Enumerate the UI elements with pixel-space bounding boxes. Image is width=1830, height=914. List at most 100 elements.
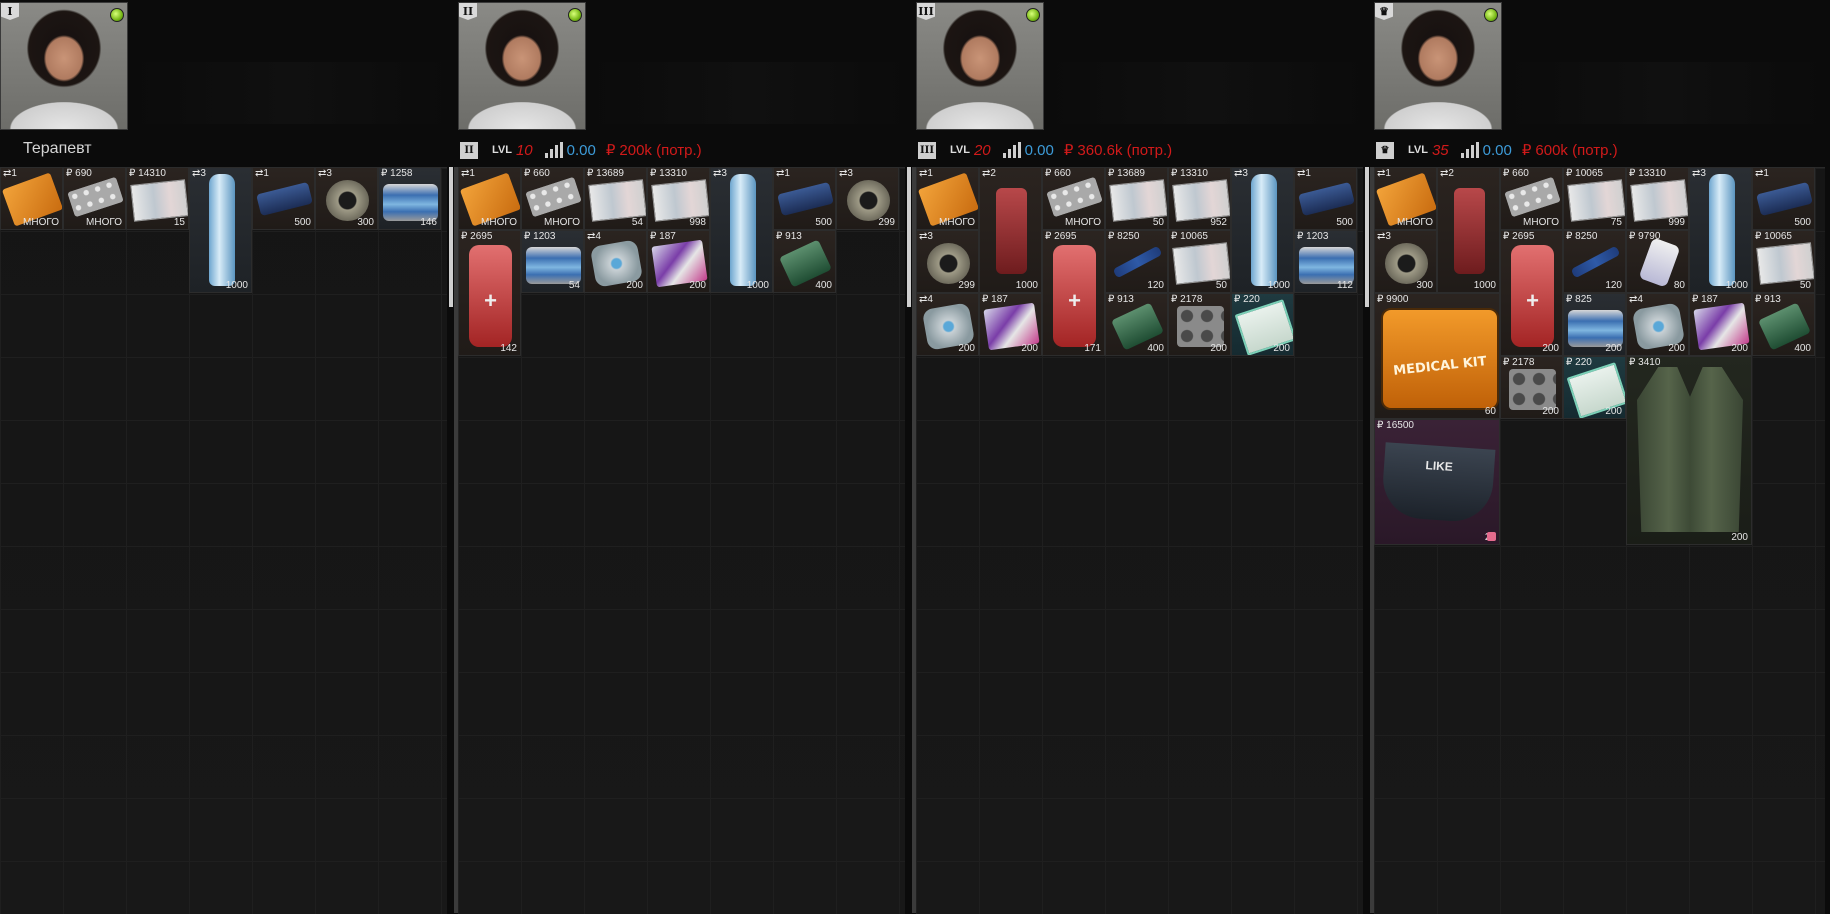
trade-item-slot[interactable]: MEDICAL KIT ₽ 9900 60 [1374,293,1500,419]
item-stock-count: 200 [1668,343,1685,354]
item-price: ⇄3 [713,168,727,179]
required-spend: 600k (потр.) [1535,141,1618,159]
trade-item-slot[interactable]: ⇄3 299 [916,230,979,293]
trade-item-slot[interactable]: ⇄3 1000 [1231,167,1294,293]
trader-portrait[interactable] [0,2,128,130]
trade-item-slot[interactable]: ⇄1 МНОГО [458,167,521,230]
trade-item-slot[interactable]: ⇄1 500 [1752,167,1815,230]
item-price: ₽ 690 [66,168,92,179]
item-price: ⇄3 [919,231,933,242]
item-price: ⇄3 [1377,231,1391,242]
red-kit-icon [996,188,1027,274]
item-price: ₽ 825 [1566,294,1592,305]
trade-item-slot[interactable]: ⇄1 МНОГО [916,167,979,230]
trade-item-slot[interactable]: ₽ 913 400 [1105,293,1168,356]
scrollbar[interactable] [907,167,911,307]
trade-item-slot[interactable]: ₽ 10065 50 [1168,230,1231,293]
trade-item-slot[interactable]: ₽ 13310 952 [1168,167,1231,230]
trade-item-slot[interactable]: ₽ 1203 54 [521,230,584,293]
online-status-icon [110,8,124,22]
trade-item-slot[interactable]: ₽ 220 200 [1563,356,1626,419]
trade-item-slot[interactable]: ₽ 690 МНОГО [63,167,126,230]
trade-item-slot[interactable]: ⇄2 1000 [979,167,1042,293]
trade-item-slot[interactable]: ⇄1 500 [252,167,315,230]
trader-portrait[interactable] [916,2,1044,130]
trade-item-slot[interactable]: ₽ 3410 200 [1626,356,1752,545]
trade-item-slot[interactable]: ₽ 13689 54 [584,167,647,230]
trade-item-slot[interactable]: ₽ 2178 200 [1500,356,1563,419]
trade-item-slot[interactable]: ₽ 1203 112 [1294,230,1357,293]
trade-item-slot[interactable]: ⇄3 1000 [1689,167,1752,293]
item-stock-count: 1000 [1015,280,1038,291]
trade-item-slot[interactable]: ⇄3 1000 [710,167,773,293]
item-price: ₽ 8250 [1566,231,1598,242]
trade-item-slot[interactable]: ₽ 13310 999 [1626,167,1689,230]
blister-icon [1177,306,1224,347]
trade-item-slot[interactable]: ₽ 14310 15 [126,167,189,230]
item-stock-count: 200 [1021,343,1038,354]
trade-item-slot[interactable]: ₽ 10065 75 [1563,167,1626,230]
item-price: ₽ 2695 [1503,231,1535,242]
trade-item-slot[interactable]: ⇄4 200 [584,230,647,293]
item-price: ₽ 13689 [587,168,624,179]
trade-item-slot[interactable]: ₽ 2178 200 [1168,293,1231,356]
scrollbar[interactable] [449,167,453,307]
level-label: LVL [950,144,970,156]
item-stock-count: 400 [1147,343,1164,354]
item-price: ₽ 913 [776,231,802,242]
trade-item-slot[interactable]: ⇄1 500 [1294,167,1357,230]
trade-item-slot[interactable]: ₽ 187 200 [647,230,710,293]
item-stock-count: 500 [1794,217,1811,228]
trade-item-slot[interactable]: ⇄4 200 [916,293,979,356]
item-stock-count: 999 [1668,217,1685,228]
trade-item-slot[interactable]: + ₽ 2695 200 [1500,230,1563,356]
trade-item-slot[interactable]: ⇄1 500 [773,167,836,230]
trade-item-slot[interactable]: ₽ 10065 50 [1752,230,1815,293]
trade-item-slot[interactable]: ₽ 913 400 [1752,293,1815,356]
trade-item-slot[interactable]: ₽ 660 МНОГО [521,167,584,230]
trade-item-slot[interactable]: ₽ 660 МНОГО [1500,167,1563,230]
scrollbar[interactable] [1365,167,1369,307]
item-stock-count: 1000 [1725,280,1748,291]
trade-item-slot[interactable]: ⇄3 300 [315,167,378,230]
trade-item-slot[interactable]: ⇄3 299 [836,167,899,230]
item-price: ₽ 220 [1234,294,1260,305]
ruble-icon: ₽ [605,142,616,159]
trade-item-slot[interactable]: ₽ 1258 146 [378,167,441,230]
trade-item-slot[interactable]: ₽ 9790 80 [1626,230,1689,293]
item-price: ⇄4 [587,231,601,242]
item-stock-count: 500 [815,217,832,228]
item-stock-count: 200 [1731,532,1748,543]
trade-item-slot[interactable]: + ₽ 2695 171 [1042,230,1105,356]
trade-item-slot[interactable]: ₽ 187 200 [979,293,1042,356]
item-stock-count: 1000 [746,280,769,291]
item-stock-count: 54 [568,280,580,291]
trade-item-slot[interactable]: ⇄4 200 [1626,293,1689,356]
item-stock-count: 50 [1152,217,1164,228]
medical-kit-bag-icon: MEDICAL KIT [1381,308,1499,410]
trade-item-slot[interactable]: ₽ 8250 120 [1563,230,1626,293]
trader-portrait[interactable] [458,2,586,130]
map-icon [1630,179,1688,222]
trade-item-slot[interactable]: ₽ 8250 120 [1105,230,1168,293]
trade-item-slot[interactable]: ₽ 13689 50 [1105,167,1168,230]
trade-item-slot[interactable]: ⇄1 МНОГО [0,167,63,230]
trade-item-slot[interactable]: + ₽ 2695 142 [458,230,521,356]
trade-item-slot[interactable]: LIKE₽ 1650020 [1374,419,1500,545]
trade-item-slot[interactable]: ₽ 913 400 [773,230,836,293]
trade-item-slot[interactable]: ⇄3 1000 [189,167,252,293]
can-icon [1568,310,1623,347]
item-price: ⇄2 [1440,168,1454,179]
trade-item-slot[interactable]: ₽ 187 200 [1689,293,1752,356]
trade-item-slot[interactable]: ⇄3 300 [1374,230,1437,293]
trade-item-slot[interactable]: ₽ 220 200 [1231,293,1294,356]
trade-item-slot[interactable]: ⇄1 МНОГО [1374,167,1437,230]
trader-portrait[interactable] [1374,2,1502,130]
injector-icon [1112,245,1163,279]
item-price: ₽ 187 [1692,294,1718,305]
trade-item-slot[interactable]: ⇄2 1000 [1437,167,1500,293]
trade-item-slot[interactable]: ₽ 660 МНОГО [1042,167,1105,230]
trade-item-slot[interactable]: ₽ 13310 998 [647,167,710,230]
trade-item-slot[interactable]: ₽ 825 200 [1563,293,1626,356]
red-kit-icon [1454,188,1485,274]
